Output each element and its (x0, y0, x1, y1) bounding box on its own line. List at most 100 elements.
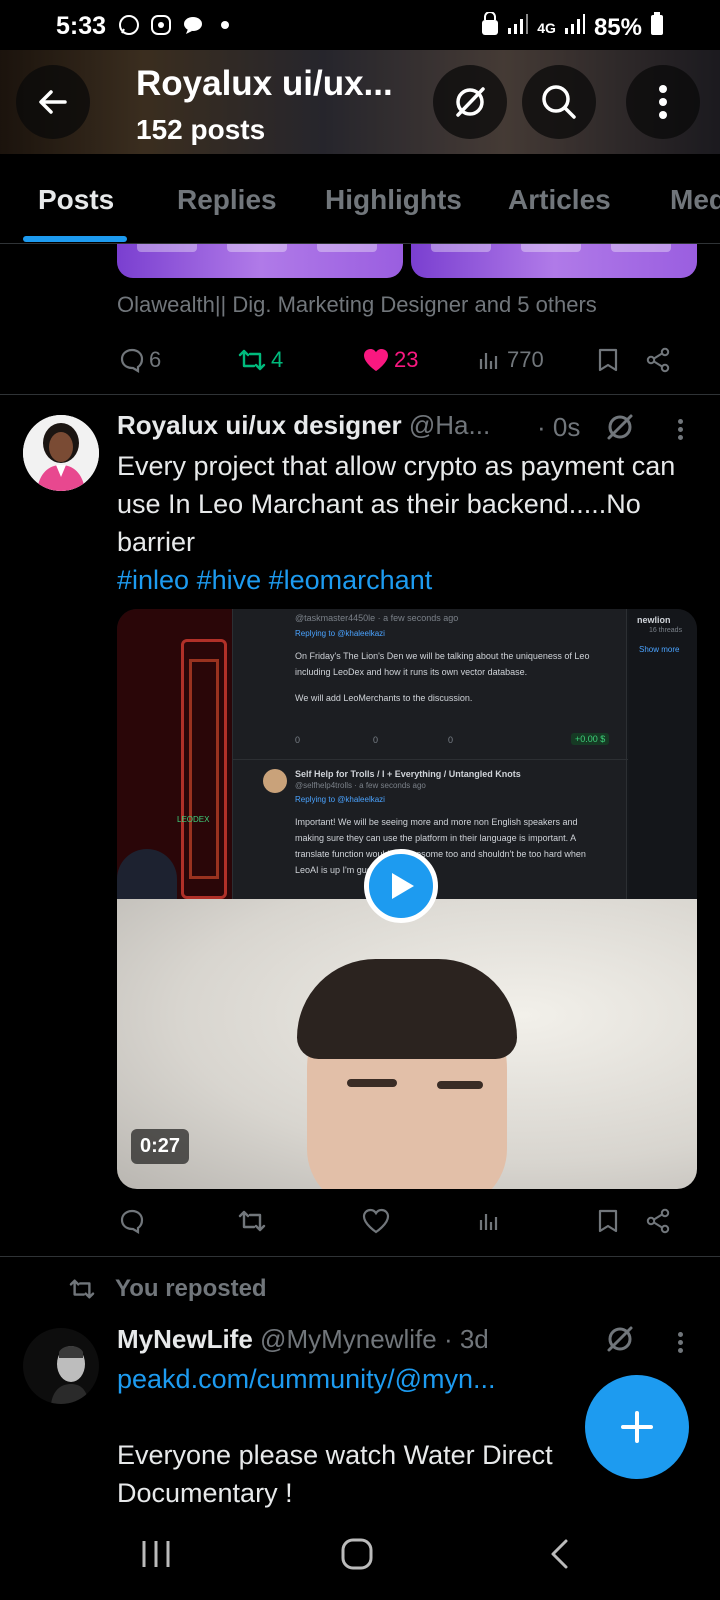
post-more-button[interactable] (678, 1329, 684, 1356)
like-button[interactable]: 23 (362, 347, 418, 373)
views-button[interactable]: 770 (477, 347, 544, 373)
search-icon (542, 85, 576, 119)
reply-icon (120, 1209, 144, 1234)
dot-icon (212, 12, 238, 38)
repost-icon (238, 349, 266, 371)
bookmark-icon (598, 1209, 618, 1233)
notification-icons (116, 12, 238, 38)
post-time: · 3d (443, 1324, 489, 1354)
status-bar: 5:33 4G 85% (0, 0, 720, 50)
compose-button[interactable] (585, 1375, 689, 1479)
view-count: 770 (507, 347, 544, 372)
vpn-icon (481, 11, 499, 43)
bookmark-button[interactable] (597, 347, 619, 373)
profile-tabs: Posts Replies Highlights Articles Media (0, 154, 720, 244)
messenger-icon (148, 12, 174, 38)
repost-icon (238, 1210, 266, 1232)
tab-posts[interactable]: Posts (38, 184, 114, 216)
author-handle[interactable]: @Ha... (409, 410, 490, 440)
chat-icon (180, 12, 206, 38)
post-actions: 6 4 23 770 (117, 341, 687, 381)
whatsapp-icon (116, 12, 142, 38)
repost-notice-text: You reposted (115, 1275, 267, 1302)
video-media[interactable]: LEODEX @taskmaster4450le · a few seconds… (117, 609, 697, 1189)
share-icon (646, 1208, 670, 1234)
repost-button[interactable] (237, 1208, 267, 1234)
author-handle[interactable]: @MyMynewlife (260, 1324, 437, 1354)
post-link[interactable]: peakd.com/cummunity/@myn... (117, 1364, 496, 1394)
status-right: 4G 85% (481, 11, 664, 43)
repost-icon (69, 1279, 95, 1299)
tab-articles[interactable]: Articles (508, 184, 611, 216)
share-button[interactable] (645, 347, 671, 373)
grok-icon (456, 87, 485, 117)
views-icon (479, 353, 498, 369)
grok-post-button[interactable] (603, 1322, 637, 1361)
like-count: 23 (394, 347, 419, 372)
chevron-left-icon (551, 1539, 568, 1569)
post-actions (117, 1202, 687, 1242)
avatar[interactable] (23, 1328, 99, 1404)
post-body: Every project that allow crypto as payme… (117, 451, 676, 557)
share-icon (646, 347, 670, 373)
recents-button[interactable] (140, 1537, 172, 1576)
network-type: 4G (537, 19, 556, 36)
post-more-button[interactable] (678, 416, 684, 443)
grok-post-button[interactable] (603, 410, 637, 449)
back-button[interactable] (16, 65, 90, 139)
post-image[interactable] (117, 244, 403, 278)
profile-header: Royalux ui/ux... 152 posts (0, 50, 720, 154)
arrow-left-icon (39, 90, 67, 114)
reply-button[interactable] (119, 1208, 145, 1234)
reply-count: 6 (149, 347, 162, 372)
reply-icon (120, 348, 144, 373)
post-author[interactable]: MyNewLife @MyMynewlife · 3d (117, 1324, 489, 1355)
divider (0, 394, 720, 395)
tab-media[interactable]: Media (670, 184, 720, 216)
like-button[interactable] (362, 1208, 390, 1234)
post-text: Every project that allow crypto as payme… (117, 447, 677, 599)
post-body: Everyone please watch Water Direct Docum… (117, 1440, 553, 1508)
back-nav-button[interactable] (548, 1537, 572, 1576)
reply-button[interactable]: 6 (119, 347, 161, 373)
avatar[interactable] (23, 415, 99, 491)
more-options-button[interactable] (626, 65, 700, 139)
post-text: peakd.com/cummunity/@myn... (117, 1360, 677, 1398)
social-context[interactable]: Olawealth|| Dig. Marketing Designer and … (117, 292, 597, 318)
post-image[interactable] (411, 244, 697, 278)
leodex-label: LEODEX (177, 815, 210, 824)
video-duration: 0:27 (131, 1129, 190, 1164)
repost-button[interactable]: 4 (237, 347, 283, 373)
home-button[interactable] (340, 1537, 374, 1576)
more-vertical-icon (659, 85, 667, 119)
author-name[interactable]: MyNewLife (117, 1324, 253, 1354)
plus-icon (621, 1411, 653, 1443)
tab-replies[interactable]: Replies (177, 184, 277, 216)
views-button[interactable] (477, 1208, 503, 1234)
battery-icon (650, 12, 664, 43)
views-icon (479, 1214, 498, 1230)
bookmark-icon (598, 348, 618, 372)
grok-icon (607, 1326, 633, 1352)
webcam-video (117, 899, 697, 1189)
heart-filled-icon (364, 349, 388, 371)
post-count: 152 posts (136, 114, 266, 145)
recents-icon (142, 1541, 170, 1567)
play-button[interactable] (364, 849, 438, 923)
tab-highlights[interactable]: Highlights (325, 184, 462, 216)
post-hashtags[interactable]: #inleo #hive #leomarchant (117, 565, 432, 595)
author-name[interactable]: Royalux ui/ux designer (117, 410, 402, 440)
bookmark-button[interactable] (597, 1208, 619, 1234)
system-nav-bar (0, 1515, 720, 1600)
post-author[interactable]: Royalux ui/ux designer @Ha... (117, 410, 490, 441)
search-button[interactable] (522, 65, 596, 139)
embedded-sidebar: newlion 16 threads Show more (629, 609, 697, 899)
grok-button[interactable] (433, 65, 507, 139)
signal-icon (507, 13, 529, 42)
status-time: 5:33 (56, 12, 107, 40)
profile-title: Royalux ui/ux... (136, 64, 393, 103)
divider (0, 1256, 720, 1257)
share-button[interactable] (645, 1208, 671, 1234)
repost-notice: You reposted (67, 1275, 267, 1303)
active-tab-indicator (23, 236, 127, 242)
